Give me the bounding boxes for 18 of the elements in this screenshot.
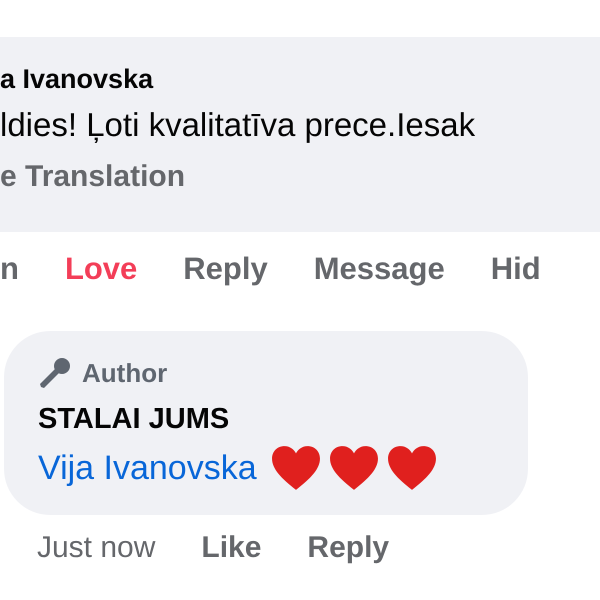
mention-link[interactable]: Vija Ivanovska — [38, 448, 257, 488]
heart-icon — [328, 445, 379, 491]
microphone-icon — [38, 356, 72, 390]
reply-text: STALAI JUMS — [38, 402, 230, 437]
action-link[interactable]: Like — [201, 531, 262, 565]
author-label: Author — [82, 358, 168, 388]
comment-text: ldies! Ļoti kvalitatīva prece.Iesak — [0, 105, 476, 145]
action-link[interactable]: Reply — [183, 251, 268, 287]
love-reaction-link[interactable]: Love — [64, 251, 138, 287]
action-link[interactable]: n — [0, 251, 19, 287]
heart-icon — [270, 445, 321, 491]
action-link[interactable]: Hid — [490, 251, 541, 287]
action-link[interactable]: Message — [314, 251, 445, 287]
action-link[interactable]: Reply — [307, 531, 390, 565]
timestamp: Just now — [37, 531, 156, 565]
heart-icon — [386, 445, 437, 491]
translation-link[interactable]: e Translation — [0, 155, 186, 199]
commenter-name[interactable]: a Ivanovska — [0, 61, 154, 97]
